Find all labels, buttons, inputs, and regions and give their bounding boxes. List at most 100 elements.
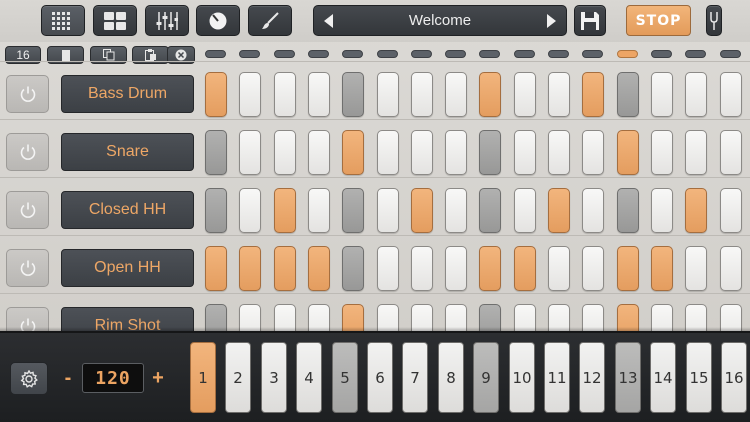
step-pad[interactable]	[308, 246, 330, 291]
track-mute-button[interactable]	[6, 133, 49, 171]
step-pad[interactable]	[582, 246, 604, 291]
tempo-decrease-button[interactable]: -	[61, 367, 75, 389]
step-pad[interactable]	[685, 72, 707, 117]
step-select-button[interactable]: 11	[544, 342, 570, 413]
step-pad[interactable]	[548, 188, 570, 233]
step-select-button[interactable]: 4	[296, 342, 322, 413]
step-select-button[interactable]: 5	[332, 342, 358, 413]
step-pad[interactable]	[274, 246, 296, 291]
tuning-button[interactable]	[706, 5, 722, 36]
step-pad[interactable]	[308, 72, 330, 117]
step-select-button[interactable]: 15	[686, 342, 712, 413]
settings-button[interactable]	[10, 362, 48, 395]
step-pad[interactable]	[514, 72, 536, 117]
step-pad[interactable]	[445, 246, 467, 291]
step-select-button[interactable]: 3	[261, 342, 287, 413]
step-select-button[interactable]: 1	[190, 342, 216, 413]
track-mute-button[interactable]	[6, 191, 49, 229]
step-pad[interactable]	[274, 72, 296, 117]
triangle-right-icon[interactable]	[544, 12, 558, 30]
step-pad[interactable]	[308, 188, 330, 233]
step-pad[interactable]	[685, 188, 707, 233]
step-pad[interactable]	[342, 246, 364, 291]
kit-view-button[interactable]	[93, 5, 137, 36]
step-select-button[interactable]: 13	[615, 342, 641, 413]
step-pad[interactable]	[239, 130, 261, 175]
step-pad[interactable]	[479, 188, 501, 233]
step-pad[interactable]	[548, 246, 570, 291]
step-pad[interactable]	[411, 188, 433, 233]
pattern-view-button[interactable]	[41, 5, 85, 36]
step-select-button[interactable]: 2	[225, 342, 251, 413]
step-pad[interactable]	[377, 188, 399, 233]
step-pad[interactable]	[205, 72, 227, 117]
track-name-button[interactable]: Snare	[61, 133, 194, 171]
track-mute-button[interactable]	[6, 249, 49, 287]
mixer-button[interactable]	[145, 5, 189, 36]
step-pad[interactable]	[274, 188, 296, 233]
step-pad[interactable]	[514, 188, 536, 233]
step-pad[interactable]	[617, 188, 639, 233]
step-pad[interactable]	[239, 246, 261, 291]
step-pad[interactable]	[582, 130, 604, 175]
tempo-display[interactable]: 120	[82, 363, 144, 393]
step-select-button[interactable]: 10	[509, 342, 535, 413]
knob-button[interactable]	[196, 5, 240, 36]
step-pad[interactable]	[720, 72, 742, 117]
step-pad[interactable]	[411, 130, 433, 175]
step-pad[interactable]	[479, 72, 501, 117]
edit-button[interactable]	[248, 5, 292, 36]
step-pad[interactable]	[205, 130, 227, 175]
step-pad[interactable]	[411, 72, 433, 117]
step-pad[interactable]	[445, 188, 467, 233]
step-pad[interactable]	[479, 246, 501, 291]
step-pad[interactable]	[651, 72, 673, 117]
step-select-button[interactable]: 9	[473, 342, 499, 413]
step-select-button[interactable]: 16	[721, 342, 747, 413]
step-pad[interactable]	[342, 188, 364, 233]
step-pad[interactable]	[514, 130, 536, 175]
step-pad[interactable]	[651, 246, 673, 291]
step-pad[interactable]	[377, 246, 399, 291]
step-pad[interactable]	[342, 130, 364, 175]
step-select-button[interactable]: 14	[650, 342, 676, 413]
step-pad[interactable]	[617, 246, 639, 291]
step-pad[interactable]	[308, 130, 330, 175]
step-pad[interactable]	[377, 72, 399, 117]
step-pad[interactable]	[651, 188, 673, 233]
step-pad[interactable]	[685, 130, 707, 175]
stop-button[interactable]: STOP	[626, 5, 691, 36]
step-pad[interactable]	[377, 130, 399, 175]
step-pad[interactable]	[582, 72, 604, 117]
preset-title[interactable]: Welcome	[409, 12, 471, 29]
step-pad[interactable]	[205, 188, 227, 233]
step-pad[interactable]	[239, 72, 261, 117]
step-pad[interactable]	[274, 130, 296, 175]
step-pad[interactable]	[720, 188, 742, 233]
step-pad[interactable]	[342, 72, 364, 117]
step-pad[interactable]	[651, 130, 673, 175]
track-name-button[interactable]: Open HH	[61, 249, 194, 287]
step-pad[interactable]	[479, 130, 501, 175]
step-pad[interactable]	[720, 130, 742, 175]
step-pad[interactable]	[514, 246, 536, 291]
track-name-button[interactable]: Bass Drum	[61, 75, 194, 113]
step-pad[interactable]	[617, 130, 639, 175]
step-pad[interactable]	[445, 72, 467, 117]
step-pad[interactable]	[548, 130, 570, 175]
step-pad[interactable]	[582, 188, 604, 233]
save-button[interactable]	[574, 5, 606, 36]
step-pad[interactable]	[720, 246, 742, 291]
triangle-left-icon[interactable]	[322, 12, 336, 30]
step-pad[interactable]	[685, 246, 707, 291]
track-name-button[interactable]: Closed HH	[61, 191, 194, 229]
step-select-button[interactable]: 7	[402, 342, 428, 413]
step-pad[interactable]	[239, 188, 261, 233]
track-mute-button[interactable]	[6, 75, 49, 113]
step-select-button[interactable]: 6	[367, 342, 393, 413]
step-select-button[interactable]: 12	[579, 342, 605, 413]
step-select-button[interactable]: 8	[438, 342, 464, 413]
step-pad[interactable]	[205, 246, 227, 291]
step-pad[interactable]	[411, 246, 433, 291]
step-pad[interactable]	[617, 72, 639, 117]
